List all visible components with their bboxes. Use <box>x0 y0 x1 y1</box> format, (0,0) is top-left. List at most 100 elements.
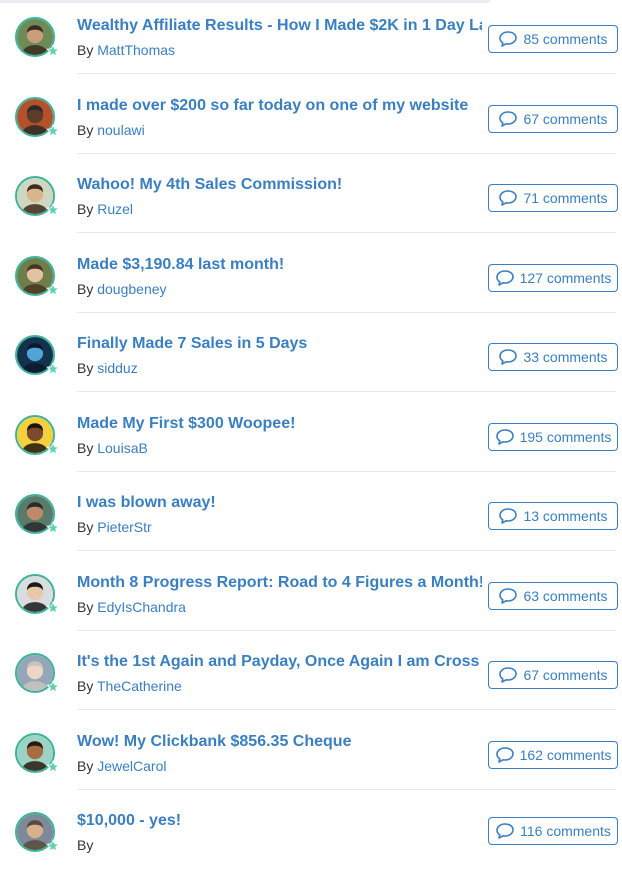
post-title[interactable]: $10,000 - yes! <box>77 811 482 831</box>
author-link[interactable]: JewelCarol <box>97 758 166 774</box>
comments-button[interactable]: 195 comments <box>488 423 618 451</box>
byline-prefix: By <box>77 837 94 853</box>
list-item: I made over $200 so far today on one of … <box>0 96 622 176</box>
list-item: It's the 1st Again and Payday, Once Agai… <box>0 652 622 732</box>
post-title[interactable]: Wealthy Affiliate Results - How I Made $… <box>77 16 482 36</box>
comments-button[interactable]: 67 comments <box>488 105 618 133</box>
divider <box>77 232 616 233</box>
comments-count: 162 comments <box>519 747 612 763</box>
comments-button[interactable]: 127 comments <box>488 264 618 292</box>
comments-button[interactable]: 162 comments <box>488 741 618 769</box>
divider <box>77 630 616 631</box>
byline: By sidduz <box>77 359 138 377</box>
author-link[interactable]: EdyIsChandra <box>97 599 186 615</box>
post-title[interactable]: It's the 1st Again and Payday, Once Agai… <box>77 652 482 672</box>
author-link[interactable]: PieterStr <box>97 519 151 535</box>
divider <box>77 550 616 551</box>
author-link[interactable]: noulawi <box>97 122 144 138</box>
post-title[interactable]: Made My First $300 Woopee! <box>77 414 482 434</box>
top-scroll-edge <box>0 0 490 3</box>
star-badge-icon <box>46 44 60 58</box>
comment-bubble-icon <box>498 507 518 525</box>
star-badge-icon <box>46 680 60 694</box>
list-item: Made $3,190.84 last month! By dougbeney … <box>0 255 622 335</box>
list-item: Wahoo! My 4th Sales Commission! By Ruzel… <box>0 175 622 255</box>
post-title[interactable]: Made $3,190.84 last month! <box>77 255 482 275</box>
byline: By EdyIsChandra <box>77 598 186 616</box>
post-title[interactable]: I was blown away! <box>77 493 482 513</box>
post-title[interactable]: Wahoo! My 4th Sales Commission! <box>77 175 482 195</box>
comment-bubble-icon <box>495 822 515 840</box>
comments-count: 67 comments <box>523 111 608 127</box>
author-link[interactable]: LouisaB <box>97 440 148 456</box>
star-badge-icon <box>46 283 60 297</box>
byline: By LouisaB <box>77 439 148 457</box>
comments-button[interactable]: 13 comments <box>488 502 618 530</box>
comments-count: 127 comments <box>519 270 612 286</box>
list-item: Wealthy Affiliate Results - How I Made $… <box>0 16 622 96</box>
byline-prefix: By <box>77 122 94 138</box>
byline-prefix: By <box>77 201 94 217</box>
comments-count: 71 comments <box>523 190 608 206</box>
star-badge-icon <box>46 760 60 774</box>
divider <box>77 312 616 313</box>
byline-prefix: By <box>77 281 94 297</box>
post-title[interactable]: I made over $200 so far today on one of … <box>77 96 482 116</box>
byline: By TheCatherine <box>77 677 182 695</box>
star-badge-icon <box>46 839 60 853</box>
byline: By PieterStr <box>77 518 152 536</box>
comments-count: 85 comments <box>523 31 608 47</box>
comments-count: 13 comments <box>523 508 608 524</box>
star-badge-icon <box>46 362 60 376</box>
comment-bubble-icon <box>498 587 518 605</box>
divider <box>77 471 616 472</box>
comments-count: 195 comments <box>519 429 612 445</box>
list-item: Month 8 Progress Report: Road to 4 Figur… <box>0 573 622 653</box>
byline-prefix: By <box>77 42 94 58</box>
comments-button[interactable]: 67 comments <box>488 661 618 689</box>
byline: By <box>77 836 93 854</box>
star-badge-icon <box>46 124 60 138</box>
comment-bubble-icon <box>495 746 515 764</box>
divider <box>77 153 616 154</box>
byline-prefix: By <box>77 519 94 535</box>
comments-count: 67 comments <box>523 667 608 683</box>
author-link[interactable]: Ruzel <box>97 201 133 217</box>
comment-bubble-icon <box>498 189 518 207</box>
list-item: Finally Made 7 Sales in 5 Days By sidduz… <box>0 334 622 414</box>
byline-prefix: By <box>77 360 94 376</box>
byline-prefix: By <box>77 440 94 456</box>
author-link[interactable]: dougbeney <box>97 281 166 297</box>
comment-bubble-icon <box>498 110 518 128</box>
byline: By dougbeney <box>77 280 167 298</box>
list-item: Made My First $300 Woopee! By LouisaB 19… <box>0 414 622 494</box>
comments-button[interactable]: 63 comments <box>488 582 618 610</box>
comments-count: 116 comments <box>520 823 611 839</box>
author-link[interactable]: MattThomas <box>97 42 175 58</box>
divider <box>77 73 616 74</box>
star-badge-icon <box>46 442 60 456</box>
byline-prefix: By <box>77 678 94 694</box>
comment-bubble-icon <box>495 428 515 446</box>
divider <box>77 391 616 392</box>
post-title[interactable]: Wow! My Clickbank $856.35 Cheque <box>77 732 482 752</box>
author-link[interactable]: TheCatherine <box>97 678 182 694</box>
comments-button[interactable]: 116 comments <box>488 817 618 845</box>
divider <box>77 789 616 790</box>
byline-prefix: By <box>77 758 94 774</box>
post-title[interactable]: Finally Made 7 Sales in 5 Days <box>77 334 482 354</box>
byline: By JewelCarol <box>77 757 166 775</box>
comment-bubble-icon <box>498 30 518 48</box>
list-item: I was blown away! By PieterStr 13 commen… <box>0 493 622 573</box>
comment-bubble-icon <box>498 348 518 366</box>
comments-count: 63 comments <box>523 588 608 604</box>
comment-bubble-icon <box>498 666 518 684</box>
star-badge-icon <box>46 521 60 535</box>
comments-button[interactable]: 33 comments <box>488 343 618 371</box>
comments-button[interactable]: 85 comments <box>488 25 618 53</box>
comments-button[interactable]: 71 comments <box>488 184 618 212</box>
post-title[interactable]: Month 8 Progress Report: Road to 4 Figur… <box>77 573 482 593</box>
byline-prefix: By <box>77 599 94 615</box>
byline: By Ruzel <box>77 200 133 218</box>
author-link[interactable]: sidduz <box>97 360 137 376</box>
